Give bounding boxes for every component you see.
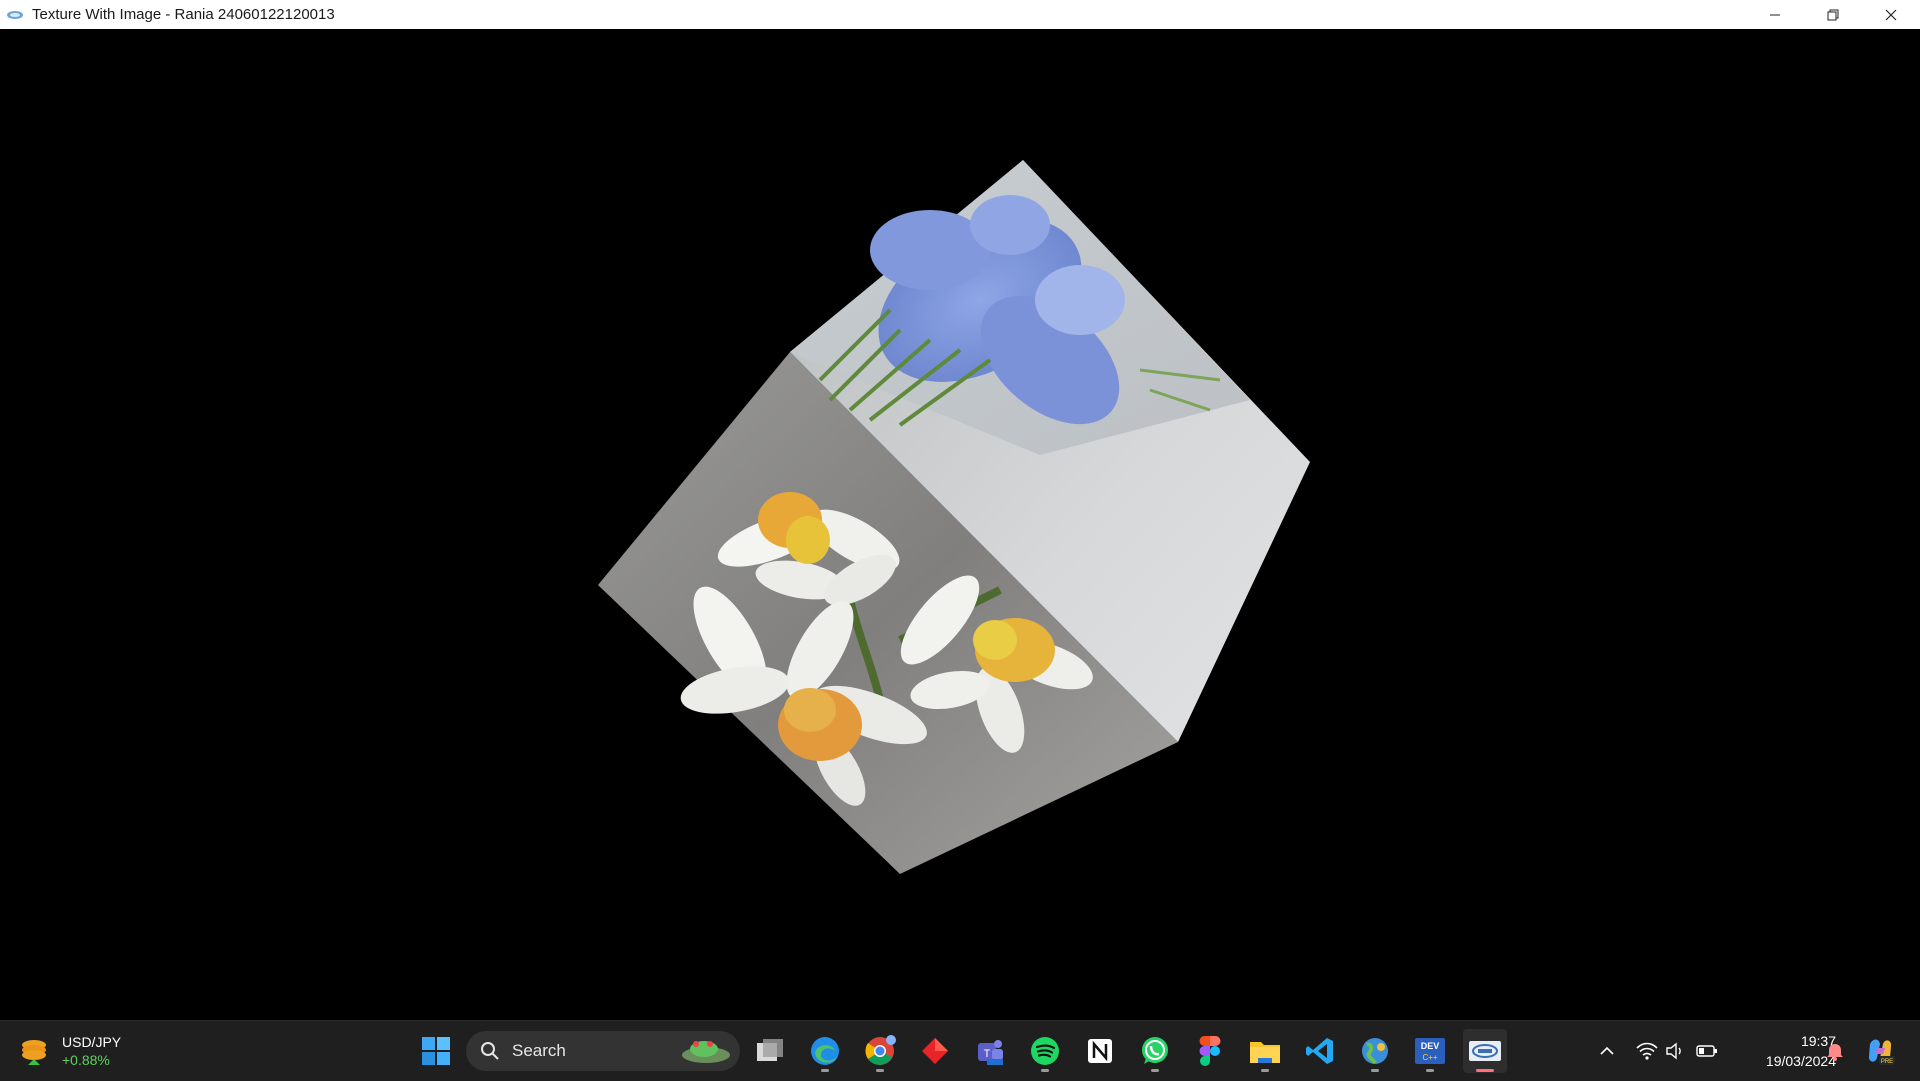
app-icon	[6, 6, 24, 24]
close-button[interactable]	[1862, 0, 1920, 29]
opengl-window-icon	[1469, 1041, 1501, 1061]
copilot-button[interactable]: PRE	[1862, 1031, 1898, 1071]
task-view-button[interactable]	[748, 1029, 792, 1073]
currency-icon	[22, 1040, 46, 1065]
restore-button[interactable]	[1804, 0, 1862, 29]
figma-button[interactable]	[1188, 1029, 1232, 1073]
app-window: Texture With Image - Rania 2406012212001…	[0, 0, 1920, 1020]
opengl-window-button[interactable]	[1463, 1029, 1507, 1073]
battery-icon	[1696, 1045, 1717, 1057]
windows-start-icon	[422, 1037, 450, 1065]
volume-icon	[1666, 1042, 1681, 1060]
taskbar: USD/JPY +0.88% Search T DEV C++ 19:37 19…	[0, 1020, 1920, 1081]
search-icon	[481, 1042, 499, 1060]
vscode-icon	[1306, 1038, 1333, 1064]
textured-cube	[598, 160, 1310, 874]
spotify-icon	[1031, 1037, 1059, 1065]
gem-app-button[interactable]	[913, 1029, 957, 1073]
task-view-icon	[757, 1039, 783, 1061]
globe-app-icon	[1362, 1038, 1388, 1065]
dev-app-button[interactable]: DEV C++	[1408, 1029, 1452, 1073]
taskbar-search[interactable]: Search	[466, 1031, 740, 1071]
notion-icon	[1088, 1039, 1112, 1063]
figma-icon	[1199, 1036, 1221, 1066]
whatsapp-button[interactable]	[1133, 1029, 1177, 1073]
window-title: Texture With Image - Rania 2406012212001…	[32, 6, 335, 23]
file-explorer-icon	[1250, 1042, 1280, 1063]
teams-icon: T	[978, 1040, 1003, 1065]
volume-button[interactable]	[1662, 1031, 1688, 1071]
render-viewport[interactable]	[0, 29, 1920, 1020]
chevron-up-icon	[1600, 1046, 1614, 1055]
close-icon	[1885, 9, 1897, 20]
notifications-button[interactable]	[1822, 1031, 1848, 1071]
search-label: Search	[512, 1041, 566, 1060]
copilot-icon: PRE	[1868, 1039, 1895, 1065]
globe-app-button[interactable]	[1353, 1029, 1397, 1073]
start-button[interactable]	[416, 1031, 456, 1071]
restore-icon	[1827, 9, 1839, 20]
show-hidden-icons-button[interactable]	[1594, 1031, 1620, 1071]
widget-change: +0.88%	[62, 1052, 110, 1068]
spotify-button[interactable]	[1023, 1029, 1067, 1073]
title-bar[interactable]: Texture With Image - Rania 2406012212001…	[0, 0, 1920, 30]
weather-widget[interactable]: USD/JPY +0.88%	[16, 1029, 121, 1073]
widget-title: USD/JPY	[62, 1034, 122, 1050]
minimize-button[interactable]	[1746, 0, 1804, 29]
svg-text:DEV: DEV	[1421, 1041, 1440, 1051]
vscode-button[interactable]	[1298, 1029, 1342, 1073]
teams-button[interactable]: T	[968, 1029, 1012, 1073]
svg-text:C++: C++	[1422, 1053, 1437, 1062]
frog-highlight-icon	[682, 1041, 730, 1063]
svg-text:PRE: PRE	[1881, 1059, 1893, 1065]
whatsapp-icon	[1142, 1037, 1168, 1064]
edge-button[interactable]	[803, 1029, 847, 1073]
bell-icon	[1827, 1044, 1843, 1061]
battery-button[interactable]	[1694, 1031, 1720, 1071]
edge-icon	[811, 1037, 839, 1065]
wifi-icon	[1636, 1042, 1658, 1060]
minimize-icon	[1770, 14, 1780, 15]
gem-app-icon	[922, 1038, 948, 1064]
chrome-button[interactable]	[858, 1029, 902, 1073]
notion-button[interactable]	[1078, 1029, 1122, 1073]
file-explorer-button[interactable]	[1243, 1029, 1287, 1073]
svg-text:T: T	[984, 1048, 991, 1060]
dev-app-icon: DEV C++	[1415, 1038, 1445, 1064]
wifi-button[interactable]	[1634, 1031, 1660, 1071]
chrome-icon	[865, 1035, 896, 1065]
